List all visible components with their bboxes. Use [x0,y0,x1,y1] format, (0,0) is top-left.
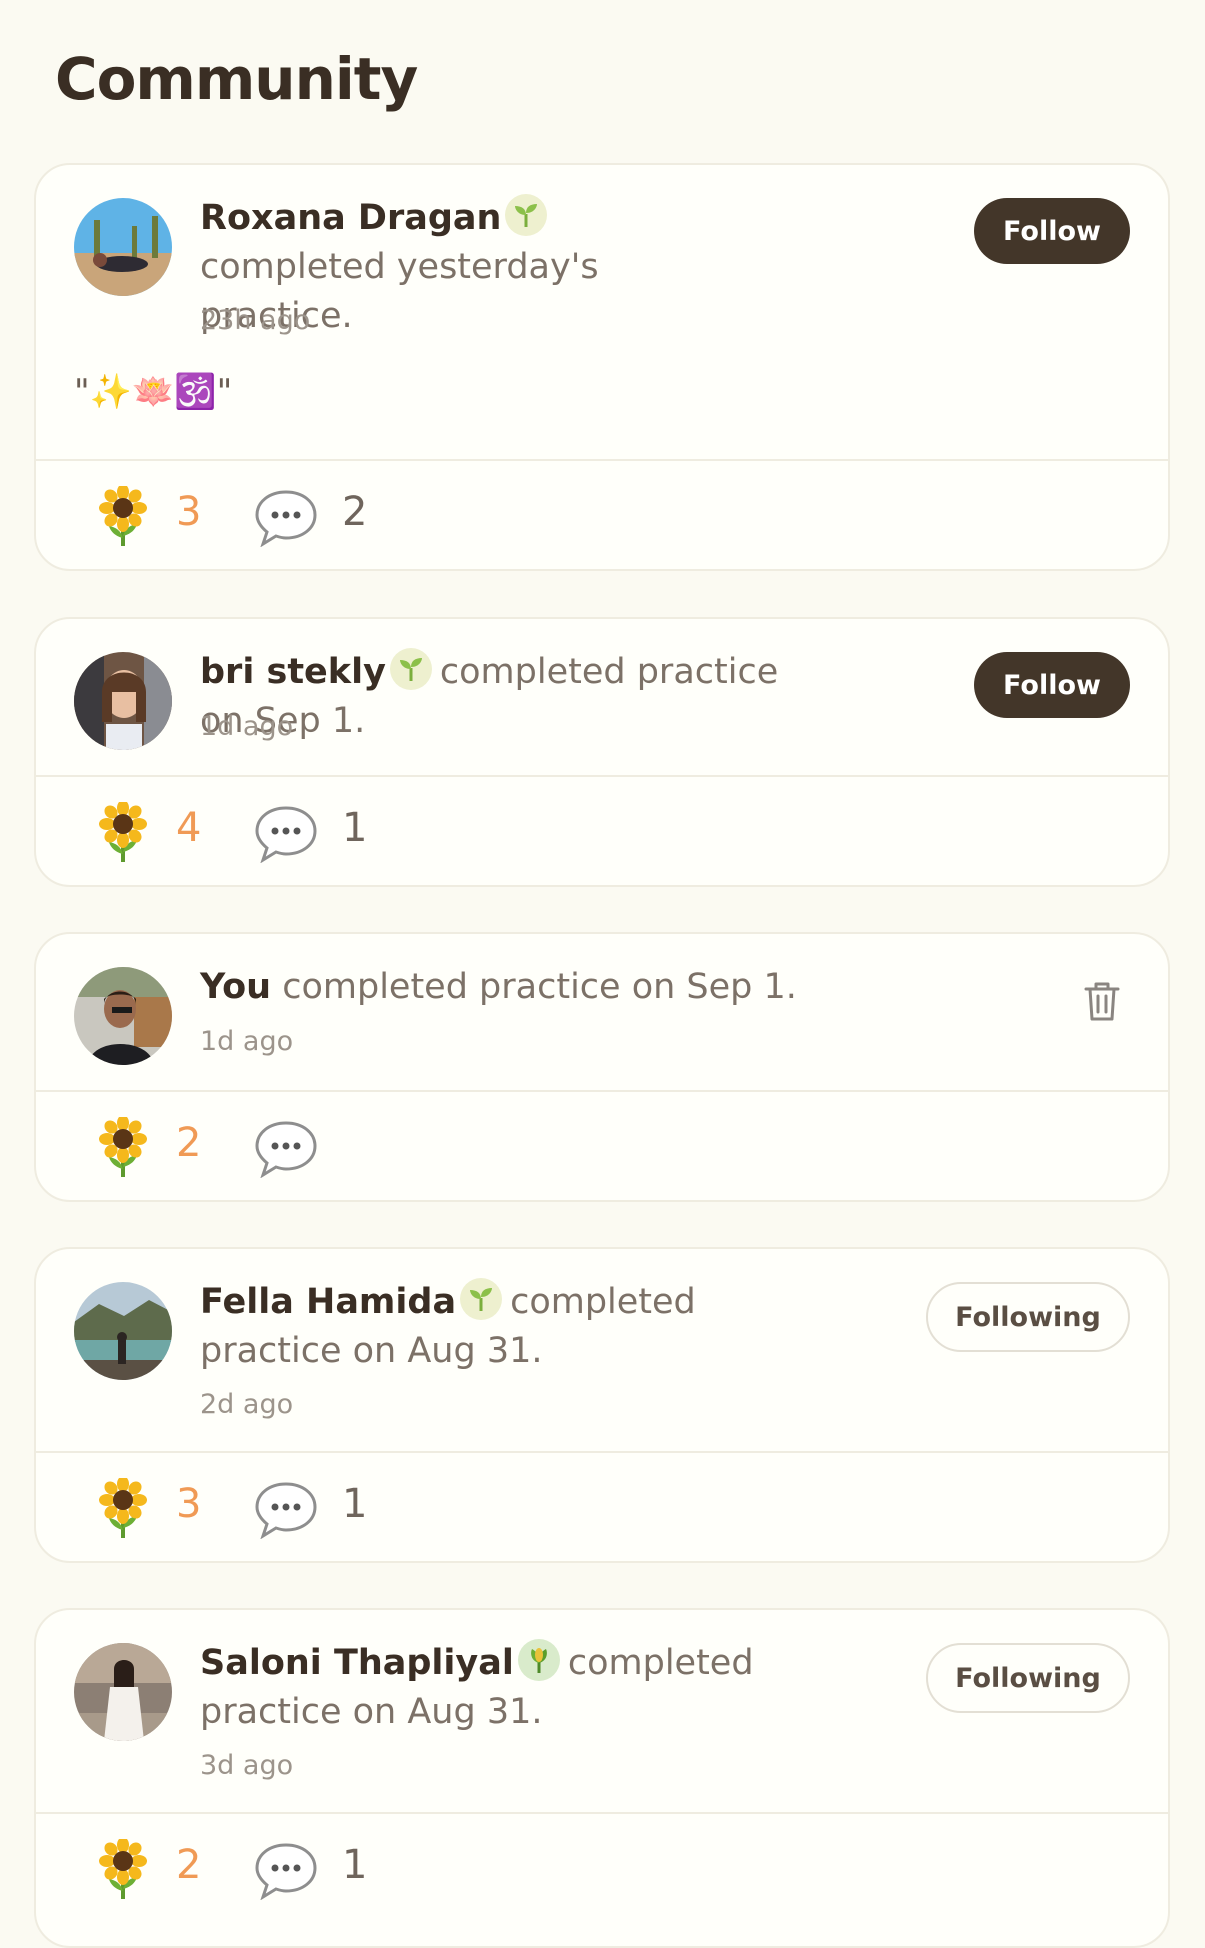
like-count: 2 [176,1120,202,1166]
timestamp: 1d ago [200,1026,294,1057]
timestamp: 1d ago [200,711,294,742]
page-title: Community [55,45,418,113]
like-count: 2 [176,1842,202,1888]
action-bar: 4 1 [36,777,1168,885]
post-card: bri stekly completed practice on Sep 1. 1… [34,617,1170,887]
avatar[interactable] [74,652,172,750]
sprout-icon [505,194,548,236]
post-card: You completed practice on Sep 1. 1d ago … [34,932,1170,1202]
speech-bubble-icon[interactable] [254,1842,318,1900]
action-bar: 2 1 [36,1814,1168,1924]
speech-bubble-icon[interactable] [254,1481,318,1539]
sunflower-icon[interactable] [96,1478,150,1540]
like-count: 3 [176,1481,202,1527]
follow-button[interactable]: Follow [974,652,1130,718]
author-name[interactable]: Saloni Thapliyal [200,1643,514,1683]
following-button[interactable]: Following [926,1643,1130,1713]
action-bar: 3 1 [36,1453,1168,1561]
comment-count: 1 [342,805,368,851]
following-button[interactable]: Following [926,1282,1130,1352]
speech-bubble-icon[interactable] [254,489,318,547]
avatar[interactable] [74,1643,172,1741]
post-card: Roxana Dragan completed yesterday's pract… [34,163,1170,571]
like-count: 4 [176,805,202,851]
comment-count: 1 [342,1842,368,1888]
sunflower-icon[interactable] [96,1117,150,1179]
sunflower-icon[interactable] [96,802,150,864]
sprout-icon [389,648,432,690]
post-action: completed practice on Sep 1. [282,967,797,1007]
timestamp: 3d ago [200,1750,294,1781]
speech-bubble-icon[interactable] [254,805,318,863]
timestamp: 2d ago [200,1389,294,1420]
post-body: "✨🪷🕉️" [74,372,233,412]
avatar[interactable] [74,1282,172,1380]
sunflower-icon[interactable] [96,486,150,548]
comment-count: 2 [342,489,368,535]
trash-icon[interactable] [1082,980,1122,1022]
speech-bubble-icon[interactable] [254,1120,318,1178]
follow-button[interactable]: Follow [974,198,1130,264]
author-name[interactable]: bri stekly [200,652,386,692]
post-header: You completed practice on Sep 1. [200,963,840,1012]
action-bar: 3 2 [36,461,1168,569]
sprout-icon [517,1639,560,1681]
post-card: Saloni Thapliyal completed practice on Au… [34,1608,1170,1948]
post-card: Fella Hamida completed practice on Aug 31… [34,1247,1170,1563]
post-header: Fella Hamida completed practice on Aug 31… [200,1278,740,1376]
avatar[interactable] [74,198,172,296]
avatar[interactable] [74,967,172,1065]
author-name[interactable]: You [200,967,271,1007]
post-header: Saloni Thapliyal completed practice on Au… [200,1639,800,1737]
action-bar: 2 [36,1092,1168,1200]
like-count: 3 [176,489,202,535]
sunflower-icon[interactable] [96,1839,150,1901]
author-name[interactable]: Roxana Dragan [200,198,501,238]
comment-count: 1 [342,1481,368,1527]
author-name[interactable]: Fella Hamida [200,1282,456,1322]
timestamp: 23h ago [200,305,311,336]
sprout-icon [460,1278,503,1320]
